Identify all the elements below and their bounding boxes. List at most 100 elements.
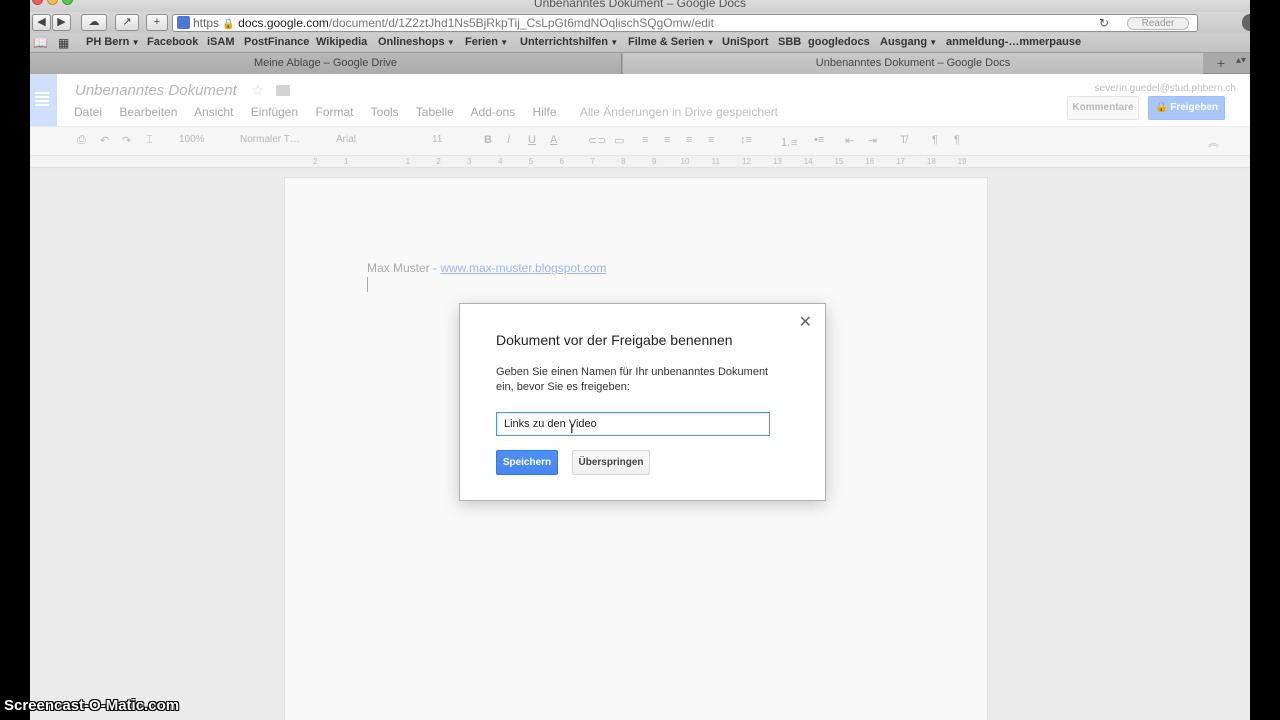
rename-before-share-dialog: ✕ Dokument vor der Freigabe benennen Geb… — [459, 303, 826, 501]
cloud-icon: ☁ — [88, 16, 100, 28]
bookmarks-bar: 📖 ▦ PH Bern ▼ Facebook iSAM PostFinance Wiki… — [30, 33, 1250, 53]
chevron-down-icon: ▼ — [129, 38, 140, 47]
reading-list-icon[interactable]: 📖 — [33, 36, 48, 50]
menu-add-ons[interactable]: Add-ons — [470, 105, 515, 119]
comments-button[interactable]: Kommentare — [1067, 96, 1139, 120]
lock-icon: 🔒 — [1154, 102, 1171, 113]
align-center-icon[interactable]: ≡ — [664, 134, 670, 146]
bold-icon[interactable]: B — [484, 134, 492, 146]
ruler-tick-label: 15 — [834, 157, 844, 166]
ruler-tick-label: 4 — [497, 157, 503, 166]
ruler-tick-label: 2 — [313, 157, 318, 166]
menu-ansicht[interactable]: Ansicht — [194, 105, 233, 119]
chevron-down-icon: ▼ — [498, 38, 509, 47]
address-bar[interactable]: https 🔒 docs.google.com/document/d/1Z2zt… — [172, 14, 1198, 32]
bookmark-item[interactable]: Ferien ▼ — [465, 36, 508, 48]
new-tab-button[interactable]: + — [146, 14, 168, 31]
redo-icon[interactable]: ↷ — [122, 134, 131, 147]
paint-format-icon[interactable]: ⌶ — [146, 134, 153, 147]
user-email[interactable]: severin.guedel@stud.phbern.ch — [1095, 83, 1236, 94]
bookmark-item[interactable]: Filme & Serien ▼ — [628, 36, 715, 48]
link-icon[interactable]: ⊂⊃ — [588, 134, 606, 147]
ruler-tick-label: 17 — [896, 157, 905, 166]
ruler[interactable]: 2 1 1 2 3 4 5 6 7 8 9 10 11 12 13 14 15 16 17 18 19 — [30, 156, 1250, 168]
blog-link[interactable]: www.max-muster.blogspot.com — [440, 261, 606, 275]
style-select[interactable]: Normaler T… — [240, 134, 300, 145]
menu-tools[interactable]: Tools — [371, 105, 399, 119]
bookmark-item[interactable]: googledocs — [808, 36, 870, 48]
menu-einfuegen[interactable]: Einfügen — [251, 105, 298, 119]
menu-hilfe[interactable]: Hilfe — [533, 105, 557, 119]
menu-bearbeiten[interactable]: Bearbeiten — [119, 105, 177, 119]
star-icon[interactable]: ☆ — [251, 81, 264, 99]
ruler-tick-label: 11 — [711, 157, 720, 166]
comment-icon[interactable]: ▭ — [614, 134, 624, 147]
tab-google-drive[interactable]: Meine Ablage – Google Drive — [30, 53, 622, 74]
text-color-icon[interactable]: A — [550, 134, 557, 146]
numbered-list-icon[interactable]: ⒈≡ — [780, 134, 797, 150]
align-left-icon[interactable]: ≡ — [642, 134, 648, 146]
menu-datei[interactable]: Datei — [74, 105, 102, 119]
text-caret — [367, 277, 368, 292]
justify-icon[interactable]: ≡ — [708, 134, 714, 146]
align-right-icon[interactable]: ≡ — [686, 134, 692, 146]
bookmark-item[interactable]: anmeldung-…mmerpause — [946, 36, 1081, 48]
undo-icon[interactable]: ↶ — [100, 134, 109, 147]
rtl-icon[interactable]: ¶ — [954, 134, 960, 146]
docs-home-icon[interactable] — [30, 74, 57, 126]
menu-format[interactable]: Format — [316, 105, 354, 119]
document-name-input[interactable] — [496, 412, 770, 436]
close-icon[interactable]: ✕ — [799, 315, 812, 331]
italic-icon[interactable]: I — [507, 134, 510, 146]
tab-overflow-icon[interactable]: ▴▾ — [1236, 55, 1246, 66]
ltr-icon[interactable]: ¶ — [932, 134, 938, 146]
bookmark-item[interactable]: Onlineshops ▼ — [378, 36, 455, 48]
bookmark-item[interactable]: iSAM — [207, 36, 235, 48]
clear-formatting-icon[interactable]: T̸ — [900, 134, 907, 146]
bookmark-item[interactable]: Wikipedia — [316, 36, 367, 48]
url-scheme: https — [193, 16, 220, 30]
menu-tabelle[interactable]: Tabelle — [416, 105, 454, 119]
download-icon[interactable] — [1242, 14, 1250, 31]
url-path: /document/d/1Z2ztJhd1Ns5BjRkpTij_CsLpGt6… — [328, 16, 714, 30]
bookmark-item[interactable]: PH Bern ▼ — [86, 36, 140, 48]
ruler-tick-label: 3 — [467, 157, 472, 166]
skip-button[interactable]: Überspringen — [572, 450, 650, 475]
folder-icon[interactable] — [276, 85, 290, 96]
browser-toolbar: ◀ ▶ ☁ ↗ + https 🔒 docs.google.com/docume… — [30, 12, 1250, 33]
top-sites-grid-icon[interactable]: ▦ — [58, 36, 69, 50]
bookmark-item[interactable]: Facebook — [147, 36, 198, 48]
lock-icon: 🔒 — [222, 19, 235, 30]
add-tab-icon[interactable]: + — [1210, 55, 1232, 72]
font-select[interactable]: Arial — [336, 134, 356, 145]
print-icon[interactable]: ⎙ — [77, 134, 86, 147]
bookmark-item[interactable]: Unterrichtshilfen ▼ — [520, 36, 618, 48]
line-spacing-icon[interactable]: ↕≡ — [740, 134, 752, 146]
icloud-button[interactable]: ☁ — [81, 14, 107, 31]
collapse-toolbar-icon[interactable]: ︽ — [1208, 134, 1219, 150]
ruler-scale: 2 1 1 2 3 4 5 6 7 8 9 10 11 12 13 14 15 16 17 18 19 — [300, 157, 978, 166]
reload-icon[interactable]: ↻ — [1099, 15, 1109, 31]
ruler-tick-label: 10 — [680, 157, 690, 166]
bookmark-item[interactable]: PostFinance — [244, 36, 309, 48]
document-title[interactable]: Unbenanntes Dokument — [75, 82, 237, 99]
share-page-button[interactable]: ↗ — [115, 14, 139, 31]
decrease-indent-icon[interactable]: ⇤ — [845, 134, 854, 147]
font-size-select[interactable]: 11 — [432, 134, 442, 145]
dialog-title: Dokument vor der Freigabe benennen — [496, 332, 733, 348]
increase-indent-icon[interactable]: ⇥ — [868, 134, 877, 147]
ruler-tick-label: 18 — [926, 157, 936, 166]
bookmark-item[interactable]: Ausgang ▼ — [880, 36, 937, 48]
tab-google-docs[interactable]: Unbenanntes Dokument – Google Docs — [623, 53, 1203, 74]
ruler-tick-label: 1 — [343, 157, 349, 166]
underline-icon[interactable]: U — [528, 134, 536, 146]
forward-button[interactable]: ▶ — [52, 14, 71, 31]
reader-button[interactable]: Reader — [1127, 17, 1189, 30]
save-button[interactable]: Speichern — [496, 450, 558, 475]
zoom-select[interactable]: 100% — [179, 134, 205, 145]
back-button[interactable]: ◀ — [32, 14, 51, 31]
bookmark-item[interactable]: UniSport — [722, 36, 768, 48]
share-button[interactable]: 🔒 Freigeben — [1148, 96, 1225, 120]
bulleted-list-icon[interactable]: •≡ — [814, 134, 824, 146]
bookmark-item[interactable]: SBB — [778, 36, 801, 48]
